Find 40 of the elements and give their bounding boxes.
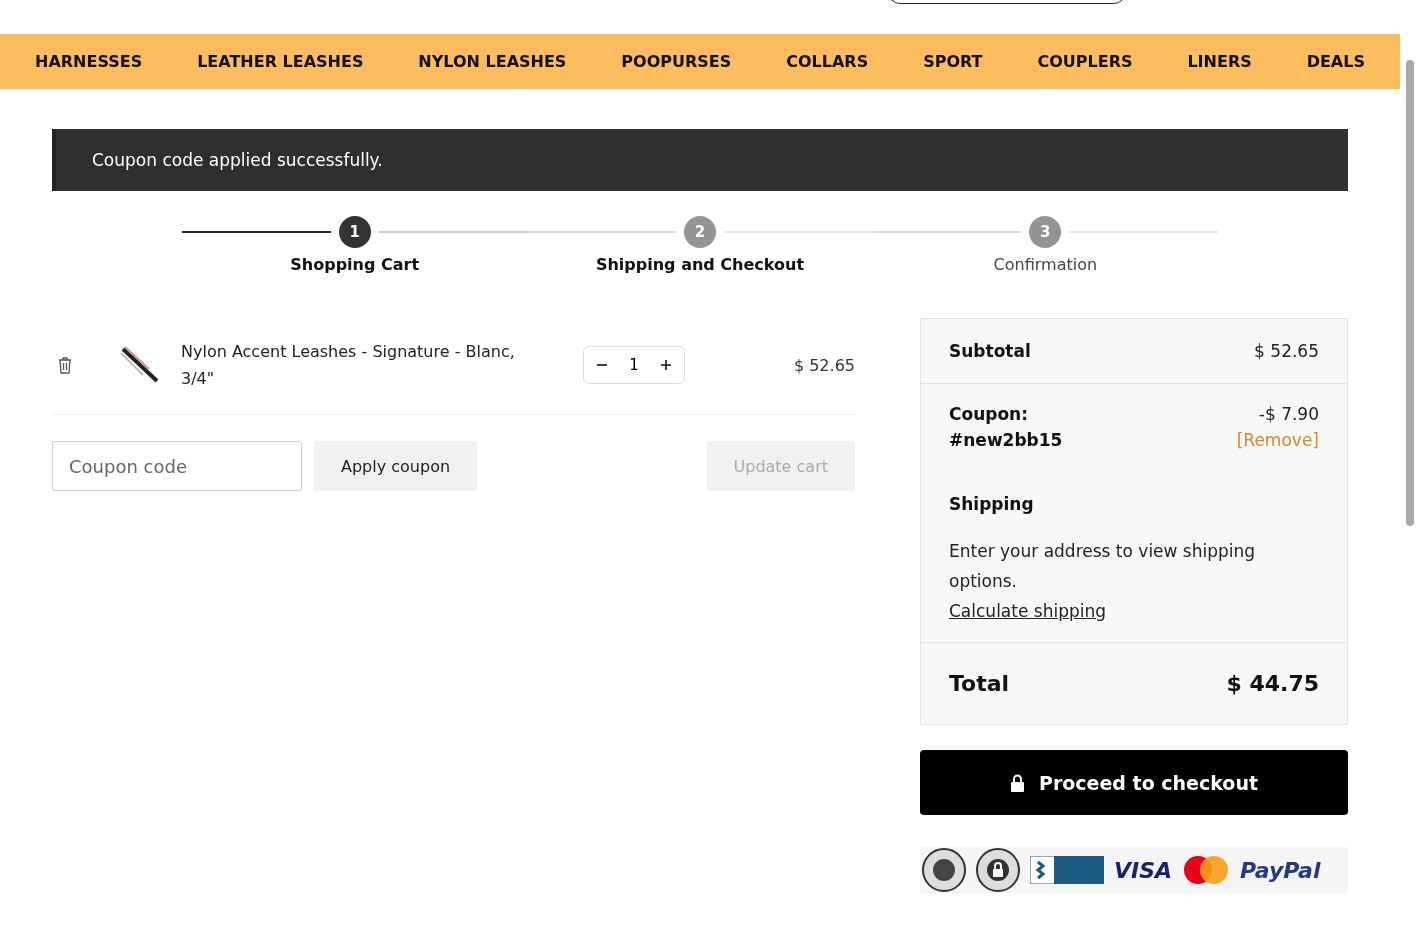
total-label: Total	[949, 671, 1010, 696]
card-circles-icon	[1182, 855, 1231, 885]
nav-link[interactable]: DEALS	[1306, 52, 1365, 71]
step-label: Confirmation	[993, 255, 1098, 274]
shipping-text: Enter your address to view shipping options.	[949, 540, 1257, 593]
product-name[interactable]: Nylon Accent Leashes - Signature - Blanc, 3/4"	[181, 338, 531, 392]
coupon-discount: -$ 7.90	[1258, 404, 1319, 424]
quantity-value: 1	[629, 356, 639, 374]
shipping-label: Shipping	[949, 494, 1035, 514]
step-number: 3	[1029, 216, 1062, 248]
nav-link[interactable]: POOPURSES	[621, 52, 732, 71]
calculate-shipping-link[interactable]: Calculate shipping	[949, 596, 1319, 626]
subtotal-value: $ 52.65	[1254, 341, 1319, 361]
trash-icon[interactable]	[57, 356, 73, 374]
guarantee-seal-icon	[922, 848, 966, 892]
nav-link[interactable]: HARNESSES	[35, 52, 143, 71]
step-label: Shipping and Checkout	[595, 255, 805, 274]
nav-link[interactable]: COLLARS	[786, 52, 869, 71]
coupon-field[interactable]: Coupon code	[52, 441, 302, 491]
accreditation-badge-icon	[1030, 856, 1104, 884]
coupon-label: Coupon:	[949, 404, 1029, 424]
step-number: 2	[684, 216, 716, 248]
payment-logo: PayPal	[1240, 857, 1321, 883]
lock-icon	[1009, 773, 1025, 792]
total-value: $ 44.75	[1226, 671, 1319, 696]
nav-link[interactable]: SPORT	[923, 52, 983, 71]
nav-link[interactable]: LEATHER LEASHES	[197, 52, 364, 71]
step-number: 1	[338, 216, 371, 248]
nav-link[interactable]: LINERS	[1187, 52, 1252, 71]
quantity-stepper[interactable]: 1	[583, 346, 685, 384]
coupon-code: #new2bb15	[949, 430, 1063, 450]
item-price: $ 52.65	[793, 355, 855, 375]
success-notice: Coupon code applied successfully.	[52, 129, 1348, 191]
apply-coupon-button[interactable]: Apply coupon	[314, 441, 478, 491]
nav-link[interactable]: COUPLERS	[1037, 52, 1133, 71]
step-label: Shopping Cart	[290, 255, 420, 274]
checkout-button[interactable]: Proceed to checkout	[920, 750, 1348, 815]
nav-link[interactable]: NYLON LEASHES	[418, 52, 567, 71]
subtotal-label: Subtotal	[949, 341, 1031, 361]
payment-logo: VISA	[1114, 857, 1173, 883]
